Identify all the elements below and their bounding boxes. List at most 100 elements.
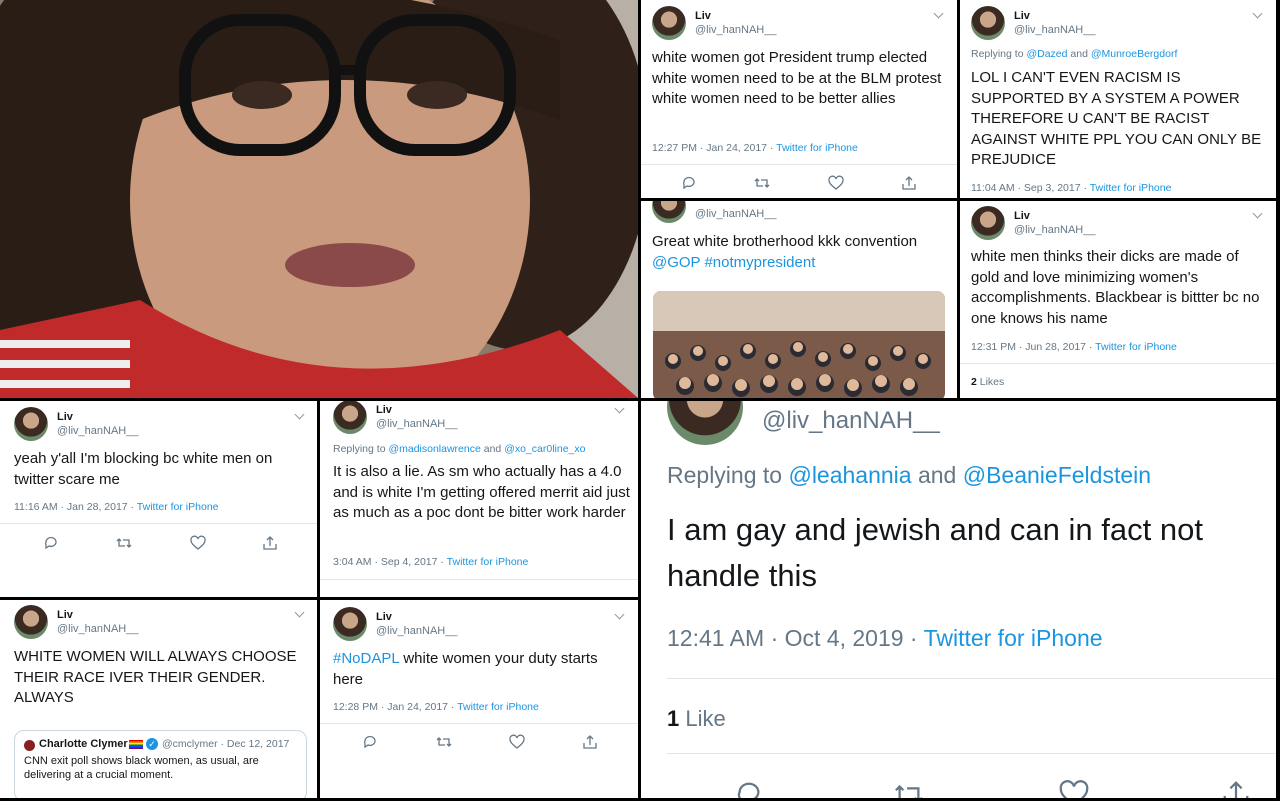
retweet-icon[interactable] [894,779,924,798]
timestamp[interactable]: 11:04 AM · Sep 3, 2017 [971,182,1081,194]
tweet-card: Liv @liv_hanNAH__ Replying to @madisonla… [320,401,638,597]
timestamp[interactable]: 12:41 AM · Oct 4, 2019 [667,625,904,651]
chevron-down-icon[interactable] [294,409,305,420]
replying-to: Replying to @leahannia and @BeanieFeldst… [667,462,1152,488]
tweet-meta: 12:31 PM · Jun 28, 2017 · Twitter for iP… [971,341,1177,353]
hashtag-link[interactable]: #notmypresident [704,254,815,271]
source-link[interactable]: Twitter for iPhone [457,701,539,713]
tweet-text: #NoDAPL white women your duty starts her… [333,650,598,688]
avatar[interactable] [652,201,686,223]
like-icon[interactable] [828,175,844,191]
tweet-card-large: @liv_hanNAH__ Replying to @leahannia and… [641,401,1276,798]
tweet-meta: 11:16 AM · Jan 28, 2017 · Twitter for iP… [14,501,219,513]
tweet-text: WHITE WOMEN WILL ALWAYS CHOOSE THEIR RAC… [14,648,297,706]
like-icon[interactable] [1059,779,1089,798]
chevron-down-icon[interactable] [1252,8,1263,19]
user-handle[interactable]: @liv_hanNAH__ [376,625,458,637]
source-link[interactable]: Twitter for iPhone [1095,341,1177,353]
chevron-down-icon[interactable] [614,609,625,620]
retweet-icon[interactable] [754,175,770,191]
tweet-meta: 3:04 AM · Sep 4, 2017 · Twitter for iPho… [333,556,529,568]
reply-icon[interactable] [734,779,764,798]
display-name[interactable]: Liv [1014,210,1030,222]
tweet-text: white women got President trump elected … [652,49,942,107]
retweet-icon[interactable] [436,734,452,750]
quoted-text: CNN exit poll shows black women, as usua… [24,755,259,781]
mention-link[interactable]: @GOP [652,254,700,271]
tweet-card: Liv @liv_hanNAH__ white men thinks their… [960,201,1276,398]
replying-to: Replying to @Dazed and @MunroeBergdorf [971,48,1178,60]
reply-icon[interactable] [43,535,59,551]
display-name[interactable]: Liv [376,611,392,623]
share-icon[interactable] [901,175,917,191]
retweet-icon[interactable] [116,535,132,551]
avatar [24,740,35,751]
share-icon[interactable] [582,734,598,750]
likes-count[interactable]: 1 Like [667,706,726,732]
timestamp[interactable]: 12:28 PM · Jan 24, 2017 [333,701,448,713]
tweet-text: yeah y'all I'm blocking bc white men on … [14,450,273,488]
user-handle[interactable]: @liv_hanNAH__ [762,407,940,435]
mention-link[interactable]: @MunroeBergdorf [1091,48,1178,60]
timestamp[interactable]: 12:31 PM · Jun 28, 2017 [971,341,1086,353]
display-name[interactable]: Liv [695,10,711,22]
source-link[interactable]: Twitter for iPhone [776,142,858,154]
avatar[interactable] [971,6,1005,40]
mention-link[interactable]: @xo_car0line_xo [504,443,585,455]
mention-link[interactable]: @BeanieFeldstein [963,462,1151,488]
mention-link[interactable]: @madisonlawrence [388,443,480,455]
tweet-meta: 12:28 PM · Jan 24, 2017 · Twitter for iP… [333,701,539,713]
tweet-text: I am gay and jewish and can in fact not … [667,512,1203,593]
avatar[interactable] [333,401,367,434]
source-link[interactable]: Twitter for iPhone [137,501,219,513]
share-icon[interactable] [262,535,278,551]
user-handle[interactable]: @liv_hanNAH__ [695,208,777,220]
quoted-tweet[interactable]: Charlotte Clymer ✓ @cmclymer · Dec 12, 2… [14,730,307,798]
rainbow-flag-icon [129,740,143,749]
portrait-image [0,0,638,398]
user-handle[interactable]: @liv_hanNAH__ [1014,224,1096,236]
hashtag-link[interactable]: #NoDAPL [333,650,399,667]
reply-icon[interactable] [362,734,378,750]
tweet-text: white men thinks their dicks are made of… [971,248,1260,327]
tweet-text: Great white brotherhood kkk convention @… [652,233,918,271]
like-icon[interactable] [190,535,206,551]
quoted-name[interactable]: Charlotte Clymer [39,738,128,750]
tweet-card: Liv @liv_hanNAH__ Replying to @Dazed and… [960,0,1276,198]
mention-link[interactable]: @Dazed [1026,48,1067,60]
tweet-card: Liv @liv_hanNAH__ white women got Presid… [641,0,957,198]
display-name[interactable]: Liv [57,411,73,423]
chevron-down-icon[interactable] [933,8,944,19]
like-icon[interactable] [509,734,525,750]
display-name[interactable]: Liv [1014,10,1030,22]
chevron-down-icon[interactable] [614,403,625,414]
avatar[interactable] [14,605,48,639]
avatar[interactable] [14,407,48,441]
source-link[interactable]: Twitter for iPhone [924,625,1103,651]
timestamp[interactable]: 3:04 AM · Sep 4, 2017 [333,556,438,568]
display-name[interactable]: Liv [376,404,392,416]
source-link[interactable]: Twitter for iPhone [447,556,529,568]
source-link[interactable]: Twitter for iPhone [1090,182,1172,194]
share-icon[interactable] [1221,779,1251,798]
user-handle[interactable]: @liv_hanNAH__ [1014,24,1096,36]
attached-photo[interactable] [653,291,945,398]
chevron-down-icon[interactable] [294,607,305,618]
timestamp[interactable]: 12:27 PM · Jan 24, 2017 [652,142,767,154]
user-handle[interactable]: @liv_hanNAH__ [376,418,458,430]
avatar[interactable] [971,206,1005,240]
verified-icon: ✓ [146,738,158,750]
chevron-down-icon[interactable] [1252,208,1263,219]
reply-icon[interactable] [681,175,697,191]
timestamp[interactable]: 11:16 AM · Jan 28, 2017 [14,501,128,513]
user-handle[interactable]: @liv_hanNAH__ [695,24,777,36]
mention-link[interactable]: @leahannia [788,462,911,488]
avatar[interactable] [667,401,743,445]
tweet-meta: 12:41 AM · Oct 4, 2019 · Twitter for iPh… [667,625,1103,651]
user-handle[interactable]: @liv_hanNAH__ [57,425,139,437]
likes-count[interactable]: 2 Likes [971,376,1004,388]
user-handle[interactable]: @liv_hanNAH__ [57,623,139,635]
display-name[interactable]: Liv [57,609,73,621]
avatar[interactable] [652,6,686,40]
avatar[interactable] [333,607,367,641]
